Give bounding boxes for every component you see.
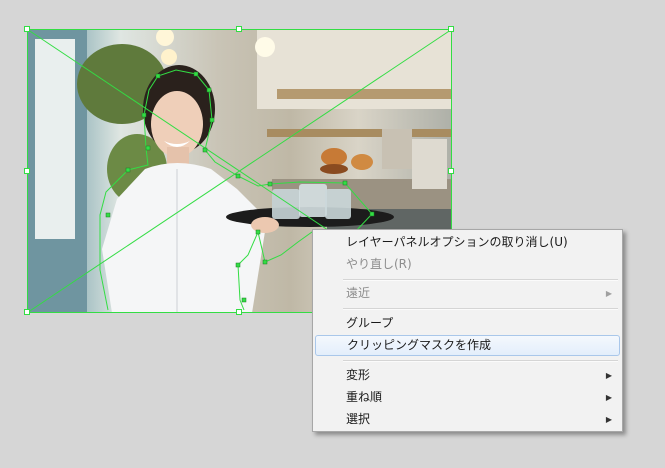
resize-handle-top <box>236 26 242 32</box>
triangle-right-icon: ▶ <box>605 393 612 402</box>
menu-item-undo[interactable]: レイヤーパネルオプションの取り消し(U) <box>315 232 620 253</box>
menu-item-arrange[interactable]: 重ね順 ▶ <box>315 387 620 408</box>
triangle-right-icon: ▶ <box>605 289 612 298</box>
resize-handle-top-right <box>448 26 454 32</box>
menu-item-perspective[interactable]: 遠近 ▶ <box>315 283 620 304</box>
resize-handle-top-left <box>24 26 30 32</box>
menu-separator <box>343 360 618 362</box>
resize-handle-right <box>448 168 454 174</box>
menu-item-label: 重ね順 <box>346 390 383 404</box>
menu-item-label: やり直し(R) <box>346 257 412 271</box>
triangle-right-icon: ▶ <box>605 415 612 424</box>
menu-item-label: 選択 <box>346 412 371 426</box>
resize-handle-left <box>24 168 30 174</box>
resize-handle-bottom <box>236 309 242 315</box>
menu-item-label: クリッピングマスクを作成 <box>347 338 492 352</box>
menu-separator <box>343 308 618 310</box>
resize-handle-bottom-left <box>24 309 30 315</box>
menu-item-select[interactable]: 選択 ▶ <box>315 409 620 430</box>
menu-separator <box>343 279 618 281</box>
menu-item-redo[interactable]: やり直し(R) <box>315 254 620 275</box>
menu-item-label: レイヤーパネルオプションの取り消し(U) <box>346 235 568 249</box>
menu-item-label: グループ <box>346 316 394 330</box>
triangle-right-icon: ▶ <box>605 371 612 380</box>
menu-item-label: 変形 <box>346 368 371 382</box>
context-menu: レイヤーパネルオプションの取り消し(U) やり直し(R) 遠近 ▶ グループ ク… <box>312 229 623 432</box>
menu-item-make-clipping-mask[interactable]: クリッピングマスクを作成 <box>315 335 620 356</box>
menu-item-transform[interactable]: 変形 ▶ <box>315 365 620 386</box>
menu-item-label: 遠近 <box>346 286 371 300</box>
menu-item-group[interactable]: グループ <box>315 313 620 334</box>
